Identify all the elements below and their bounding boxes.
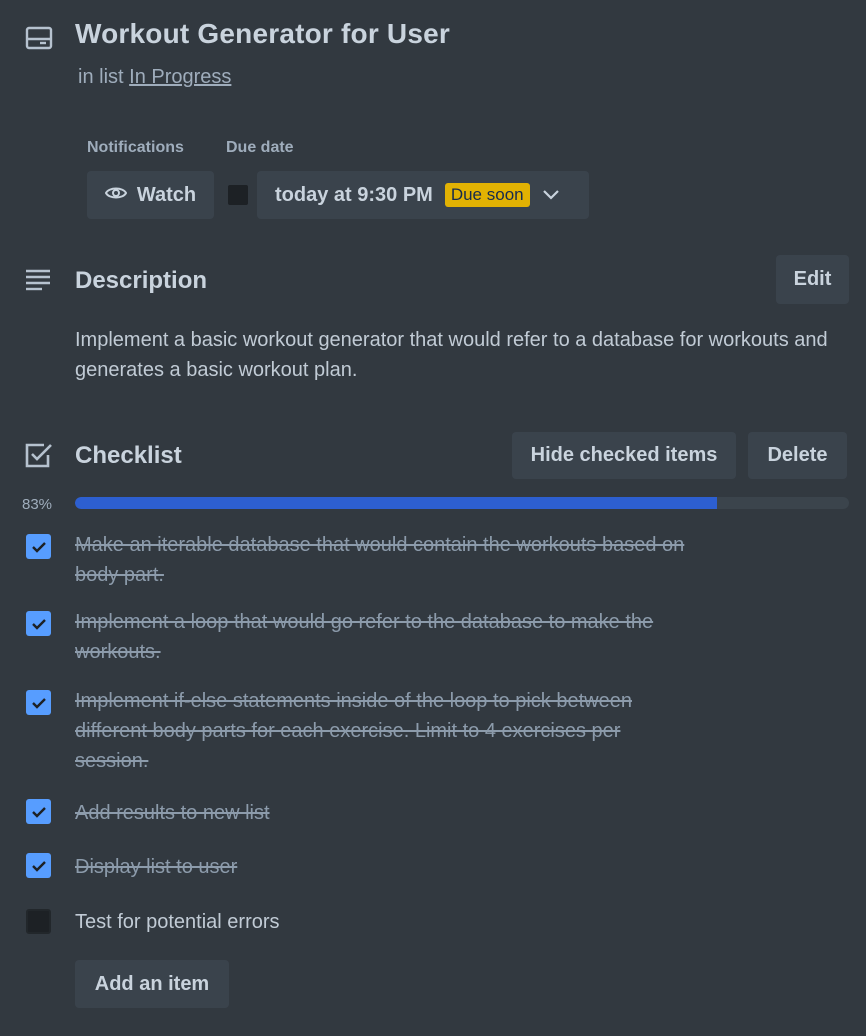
description-icon — [24, 266, 54, 296]
item-checkbox[interactable] — [26, 853, 51, 878]
eye-icon — [104, 184, 127, 207]
card-title[interactable]: Workout Generator for User — [75, 18, 450, 50]
notifications-label: Notifications — [87, 139, 184, 156]
in-list-line: in list In Progress — [78, 66, 231, 89]
checklist-icon — [24, 441, 54, 471]
checklist-item[interactable]: Implement a loop that would go refer to … — [75, 607, 705, 667]
item-checkbox[interactable] — [26, 690, 51, 715]
checklist-item[interactable]: Make an iterable database that would con… — [75, 530, 705, 590]
item-checkbox[interactable] — [26, 909, 51, 934]
chevron-down-icon — [542, 189, 560, 201]
description-title: Description — [75, 267, 208, 294]
watch-label: Watch — [136, 183, 197, 206]
description-text[interactable]: Implement a basic workout generator that… — [75, 325, 850, 385]
progress-fill — [75, 497, 718, 509]
item-checkbox[interactable] — [26, 534, 51, 559]
watch-button[interactable]: Watch — [87, 171, 214, 219]
progress-bar — [75, 497, 849, 509]
checklist-title: Checklist — [75, 442, 182, 469]
due-date-button[interactable]: today at 9:30 PM Due soon — [257, 171, 589, 219]
in-list-prefix: in list — [78, 66, 124, 88]
card-icon — [24, 24, 54, 54]
checklist-item[interactable]: Implement if-else statements inside of t… — [75, 686, 685, 776]
add-item-button[interactable]: Add an item — [75, 960, 229, 1008]
edit-button[interactable]: Edit — [776, 255, 849, 304]
due-date-label: Due date — [226, 139, 294, 156]
checklist-item[interactable]: Add results to new list — [75, 798, 705, 828]
progress-percent: 83% — [22, 496, 53, 513]
item-checkbox[interactable] — [26, 611, 51, 636]
delete-checklist-button[interactable]: Delete — [748, 432, 847, 479]
due-date-checkbox[interactable] — [228, 185, 248, 205]
due-soon-badge: Due soon — [444, 183, 530, 207]
list-link[interactable]: In Progress — [129, 66, 231, 88]
checklist-item[interactable]: Display list to user — [75, 852, 705, 882]
hide-checked-items-button[interactable]: Hide checked items — [512, 432, 736, 479]
checklist-item[interactable]: Test for potential errors — [75, 907, 705, 937]
item-checkbox[interactable] — [26, 799, 51, 824]
due-date-value: today at 9:30 PM — [275, 183, 433, 206]
